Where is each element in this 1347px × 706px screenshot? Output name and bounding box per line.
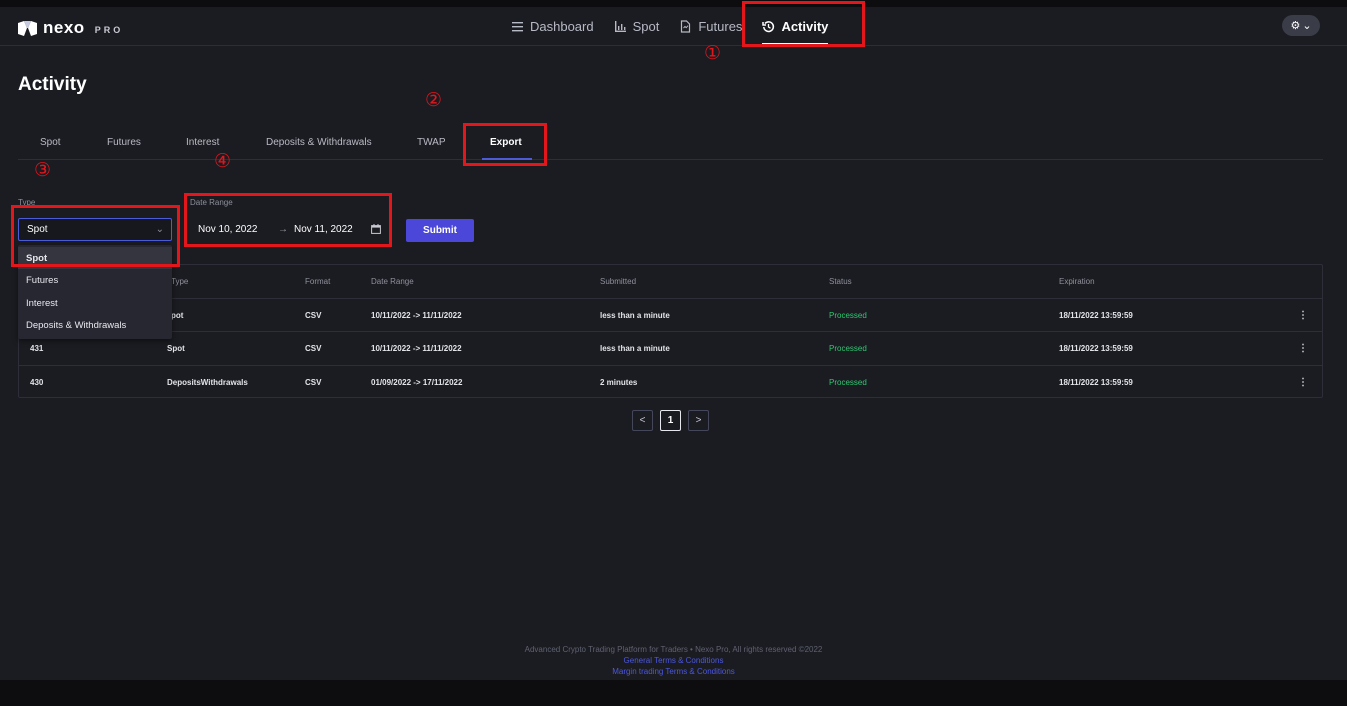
pagination-prev-button[interactable]: < bbox=[632, 410, 653, 431]
dropdown-option-interest[interactable]: Interest bbox=[18, 292, 172, 314]
footer-link-general-terms[interactable]: General Terms & Conditions bbox=[0, 656, 1347, 665]
top-header: nexo PRO Dashboard Spot Futures Activity… bbox=[0, 7, 1347, 46]
cell-id: 431 bbox=[30, 344, 44, 353]
footer-copyright: Advanced Crypto Trading Platform for Tra… bbox=[524, 645, 823, 654]
top-strip bbox=[0, 0, 1347, 7]
annotation-box-type bbox=[11, 205, 180, 267]
table-row[interactable]: 431 Spot CSV 10/11/2022 -> 11/11/2022 le… bbox=[19, 331, 1322, 365]
cell-date-range: 10/11/2022 -> 11/11/2022 bbox=[371, 344, 462, 353]
nav-dashboard[interactable]: Dashboard bbox=[511, 7, 594, 45]
nav-spot[interactable]: Spot bbox=[614, 7, 660, 45]
bottom-strip bbox=[0, 680, 1347, 706]
settings-menu-button[interactable]: ⚙ ⌄ bbox=[1282, 15, 1320, 36]
cell-status: Processed bbox=[829, 311, 867, 320]
nexo-logo[interactable]: nexo PRO bbox=[18, 18, 123, 38]
cell-date-range: 10/11/2022 -> 11/11/2022 bbox=[371, 311, 462, 320]
tab-deposits-withdrawals[interactable]: Deposits & Withdrawals bbox=[266, 125, 372, 159]
cell-submitted: less than a minute bbox=[600, 311, 670, 320]
cell-status: Processed bbox=[829, 344, 867, 353]
submit-button[interactable]: Submit bbox=[406, 219, 474, 242]
nav-futures-label: Futures bbox=[698, 18, 743, 34]
dropdown-option-deposits-withdrawals[interactable]: Deposits & Withdrawals bbox=[18, 314, 172, 336]
cell-format: CSV bbox=[305, 311, 322, 320]
annotation-number-1: ① bbox=[704, 42, 722, 64]
tab-futures[interactable]: Futures bbox=[107, 125, 141, 159]
col-header-submitted: Submitted bbox=[600, 277, 637, 286]
gear-icon: ⚙ bbox=[1290, 20, 1301, 32]
nav-futures[interactable]: Futures bbox=[679, 7, 742, 45]
chevron-down-icon: ⌄ bbox=[1302, 20, 1312, 32]
tab-twap[interactable]: TWAP bbox=[417, 125, 446, 159]
nav-spot-label: Spot bbox=[632, 18, 660, 34]
app-window: nexo PRO Dashboard Spot Futures Activity… bbox=[0, 7, 1347, 680]
table-row[interactable]: 430 DepositsWithdrawals CSV 01/09/2022 -… bbox=[19, 365, 1322, 399]
col-header-date-range: Date Range bbox=[371, 277, 414, 286]
brand-name: nexo bbox=[43, 18, 85, 37]
menu-lines-icon bbox=[511, 20, 524, 33]
annotation-box-export bbox=[463, 123, 547, 166]
cell-submitted: less than a minute bbox=[600, 344, 670, 353]
cell-expiration: 18/11/2022 13:59:59 bbox=[1059, 378, 1133, 387]
cell-format: CSV bbox=[305, 344, 322, 353]
cell-id: 430 bbox=[30, 378, 44, 387]
annotation-box-date-range bbox=[184, 193, 392, 247]
chart-icon bbox=[614, 20, 627, 33]
brand-suffix: PRO bbox=[94, 24, 124, 35]
pagination-next-button[interactable]: > bbox=[688, 410, 709, 431]
cell-type: Spot bbox=[167, 344, 185, 353]
document-icon bbox=[679, 19, 692, 33]
cell-submitted: 2 minutes bbox=[600, 378, 638, 387]
dropdown-option-futures[interactable]: Futures bbox=[18, 269, 172, 291]
annotation-number-2: ② bbox=[425, 89, 443, 111]
cell-expiration: 18/11/2022 13:59:59 bbox=[1059, 344, 1133, 353]
col-header-type: Type bbox=[171, 277, 189, 286]
annotation-number-3: ③ bbox=[34, 159, 52, 181]
cell-expiration: 18/11/2022 13:59:59 bbox=[1059, 311, 1133, 320]
cell-type: pot bbox=[171, 311, 184, 320]
cell-status: Processed bbox=[829, 378, 867, 387]
nav-dashboard-label: Dashboard bbox=[530, 18, 594, 34]
tab-spot[interactable]: Spot bbox=[40, 125, 61, 159]
col-header-expiration: Expiration bbox=[1059, 277, 1095, 286]
cell-type: DepositsWithdrawals bbox=[167, 378, 248, 387]
page-title: Activity bbox=[18, 74, 87, 95]
col-header-format: Format bbox=[305, 277, 331, 286]
table-row[interactable]: pot CSV 10/11/2022 -> 11/11/2022 less th… bbox=[19, 298, 1322, 332]
export-table: Type Format Date Range Submitted Status … bbox=[18, 264, 1323, 398]
row-more-icon[interactable]: ⋮ bbox=[1298, 343, 1308, 354]
footer-link-margin-terms[interactable]: Margin trading Terms & Conditions bbox=[0, 667, 1347, 676]
col-header-status: Status bbox=[829, 277, 852, 286]
cell-format: CSV bbox=[305, 378, 322, 387]
cell-date-range: 01/09/2022 -> 17/11/2022 bbox=[371, 378, 463, 387]
row-more-icon[interactable]: ⋮ bbox=[1298, 310, 1308, 321]
row-more-icon[interactable]: ⋮ bbox=[1298, 377, 1308, 388]
annotation-number-4: ④ bbox=[214, 150, 232, 172]
pagination-page-button[interactable]: 1 bbox=[660, 410, 681, 431]
annotation-box-activity bbox=[742, 1, 865, 47]
nexo-logo-icon bbox=[18, 20, 37, 36]
